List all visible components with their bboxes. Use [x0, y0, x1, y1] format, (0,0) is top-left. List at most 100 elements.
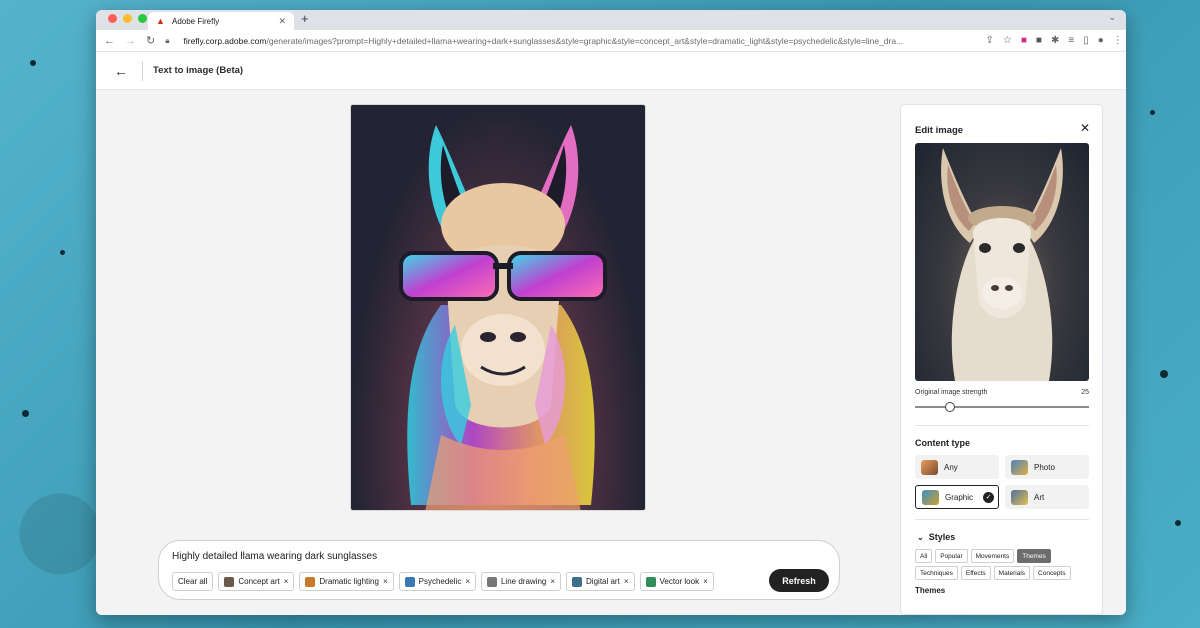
- browser-toolbar: ← → ↻ 🔒︎ firefly.corp.adobe.com/generate…: [96, 30, 1126, 52]
- strength-row: Original image strength 25: [915, 389, 1089, 396]
- prompt-bar[interactable]: Highly detailed llama wearing dark sungl…: [158, 540, 840, 600]
- divider: [915, 425, 1089, 426]
- forward-arrow-icon[interactable]: →: [125, 35, 136, 47]
- lock-icon[interactable]: 🔒︎: [165, 36, 169, 46]
- new-tab-button[interactable]: +: [301, 11, 309, 26]
- edit-image-panel: Edit image ✕ Original image strength 25 …: [900, 104, 1103, 615]
- style-tab-effects[interactable]: Effects: [960, 566, 991, 580]
- style-tab-all[interactable]: All: [915, 549, 933, 563]
- chip-label: Digital art: [586, 577, 620, 586]
- url-path: /generate/images?prompt=Highly+detailed+…: [266, 35, 904, 46]
- divider: [915, 519, 1089, 520]
- share-icon[interactable]: ⇪: [985, 35, 993, 46]
- window-controls: [108, 14, 147, 23]
- chevron-down-icon: ⌄: [917, 533, 924, 542]
- strength-slider[interactable]: [915, 402, 1089, 412]
- remove-chip-icon[interactable]: ×: [703, 577, 708, 586]
- url-host: firefly.corp.adobe.com: [183, 35, 267, 46]
- maximize-window-button[interactable]: [138, 14, 147, 23]
- extension-z-icon[interactable]: ■: [1036, 35, 1042, 46]
- dramatic-lighting-thumbnail-icon: [305, 576, 316, 587]
- bookmark-star-icon[interactable]: ☆: [1003, 35, 1012, 46]
- concept-art-thumbnail-icon: [224, 576, 235, 587]
- close-window-button[interactable]: [108, 14, 117, 23]
- digital-art-thumbnail-icon: [572, 576, 583, 587]
- tab-title: Adobe Firefly: [172, 16, 220, 26]
- remove-chip-icon[interactable]: ×: [383, 577, 388, 586]
- remove-chip-icon[interactable]: ×: [465, 577, 470, 586]
- strength-value: 25: [1081, 389, 1089, 396]
- generated-image[interactable]: [350, 104, 646, 511]
- art-thumbnail-icon: [1011, 489, 1028, 505]
- extension-color-icon[interactable]: ■: [1021, 35, 1027, 46]
- remove-chip-icon[interactable]: ×: [624, 577, 629, 586]
- media-icon[interactable]: ≡: [1068, 35, 1074, 46]
- main-content: Highly detailed llama wearing dark sungl…: [96, 90, 1126, 615]
- prompt-text[interactable]: Highly detailed llama wearing dark sungl…: [172, 551, 377, 562]
- chip-vector-look[interactable]: Vector look ×: [639, 572, 714, 591]
- tab-close-icon[interactable]: ✕: [278, 16, 286, 27]
- styles-title: Styles: [928, 532, 956, 542]
- graphic-thumbnail-icon: [922, 489, 939, 505]
- content-type-label: Any: [944, 462, 958, 472]
- chip-label: Vector look: [659, 577, 700, 586]
- style-tab-concepts[interactable]: Concepts: [1033, 566, 1071, 580]
- adobe-logo-icon: ▲: [156, 16, 165, 26]
- styles-header[interactable]: ⌄ Styles: [917, 532, 955, 542]
- chip-psychedelic[interactable]: Psychedelic ×: [398, 572, 476, 591]
- style-tabs-row-1: All Popular Movements Themes: [915, 549, 1095, 563]
- profile-avatar-icon[interactable]: ●: [1098, 35, 1104, 46]
- content-type-label: Graphic: [945, 492, 974, 502]
- tab-bar: ▲ Adobe Firefly ✕ + ⌄: [96, 10, 1126, 30]
- style-tab-techniques[interactable]: Techniques: [915, 566, 958, 580]
- style-tab-materials[interactable]: Materials: [993, 566, 1031, 580]
- address-bar[interactable]: firefly.corp.adobe.com/generate/images?p…: [179, 33, 971, 49]
- content-type-label: Art: [1034, 492, 1045, 502]
- style-tab-themes[interactable]: Themes: [1017, 549, 1051, 563]
- puzzle-icon[interactable]: ✱: [1051, 35, 1059, 46]
- style-tab-popular[interactable]: Popular: [935, 549, 968, 563]
- chip-digital-art[interactable]: Digital art ×: [566, 572, 635, 591]
- reference-image[interactable]: [915, 143, 1089, 381]
- close-icon[interactable]: ✕: [1080, 121, 1090, 135]
- psychedelic-thumbnail-icon: [404, 576, 415, 587]
- chip-label: Dramatic lighting: [319, 577, 379, 586]
- style-tab-movements[interactable]: Movements: [970, 549, 1015, 563]
- clear-all-button[interactable]: Clear all: [172, 572, 214, 591]
- style-chips: Clear all Concept art × Dramatic lightin…: [172, 572, 714, 591]
- sidebar-icon[interactable]: ▯: [1083, 35, 1089, 46]
- slider-handle[interactable]: [944, 402, 955, 412]
- tab-search-icon[interactable]: ⌄: [1108, 12, 1116, 23]
- extensions-area: ⇪ ☆ ■ ■ ✱ ≡ ▯ ● ⋮: [985, 35, 1122, 46]
- strength-label: Original image strength: [915, 389, 988, 396]
- refresh-button[interactable]: Refresh: [769, 569, 829, 592]
- content-type-graphic[interactable]: Graphic ✓: [915, 485, 999, 509]
- vector-look-thumbnail-icon: [645, 576, 656, 587]
- content-type-photo[interactable]: Photo: [1005, 455, 1089, 479]
- chip-label: Psychedelic: [418, 577, 462, 586]
- kebab-menu-icon[interactable]: ⋮: [1113, 35, 1123, 46]
- browser-window: ▲ Adobe Firefly ✕ + ⌄ ← → ↻ 🔒︎ firefly.c…: [96, 10, 1126, 615]
- page-title: Text to image (Beta): [153, 65, 244, 76]
- remove-chip-icon[interactable]: ×: [284, 577, 289, 586]
- remove-chip-icon[interactable]: ×: [550, 577, 555, 586]
- chip-line-drawing[interactable]: Line drawing ×: [480, 572, 562, 591]
- llama-illustration: [399, 125, 607, 510]
- back-arrow-icon[interactable]: ←: [104, 35, 115, 47]
- line-drawing-thumbnail-icon: [486, 576, 497, 587]
- any-thumbnail-icon: [921, 459, 938, 475]
- minimize-window-button[interactable]: [123, 14, 132, 23]
- style-tabs-row-2: Techniques Effects Materials Concepts: [915, 566, 1095, 580]
- browser-tab[interactable]: ▲ Adobe Firefly ✕: [148, 12, 294, 30]
- chip-dramatic-lighting[interactable]: Dramatic lighting ×: [299, 572, 394, 591]
- chip-concept-art[interactable]: Concept art ×: [218, 572, 295, 591]
- header-divider: [142, 60, 143, 81]
- back-button[interactable]: ←: [114, 63, 134, 79]
- content-type-any[interactable]: Any: [915, 455, 999, 479]
- reload-icon[interactable]: ↻: [146, 34, 155, 47]
- checkmark-icon: ✓: [983, 492, 994, 503]
- app-header: ← Text to image (Beta): [96, 52, 1126, 90]
- clear-all-label: Clear all: [178, 577, 208, 586]
- content-type-art[interactable]: Art: [1005, 485, 1089, 509]
- content-type-label: Photo: [1034, 462, 1055, 472]
